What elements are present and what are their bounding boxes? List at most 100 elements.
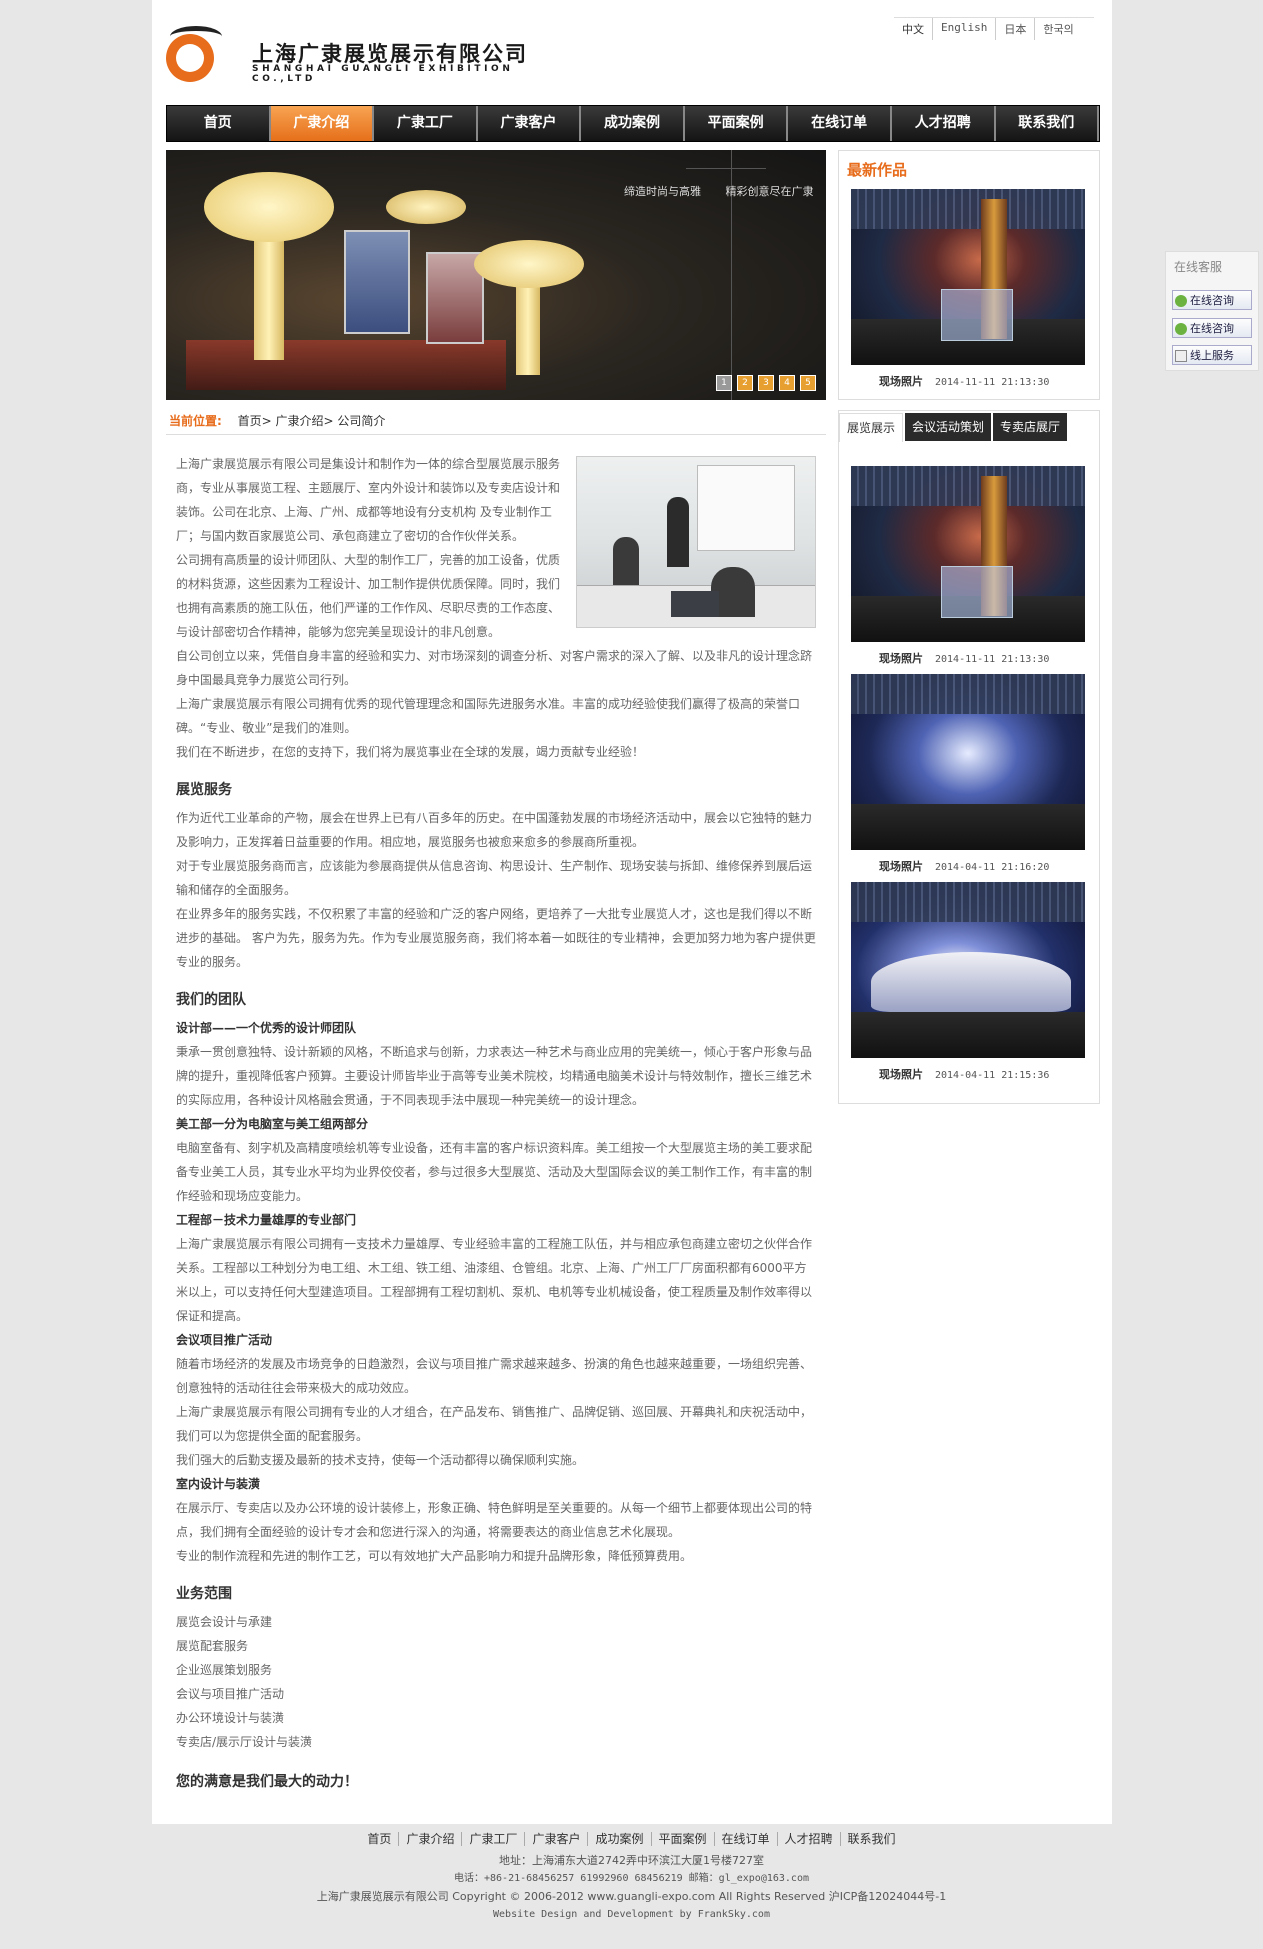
footer-link[interactable]: 成功案例 [587, 1832, 650, 1846]
projection-screen [697, 465, 795, 551]
latest-work-title: 现场照片 [879, 375, 923, 388]
scope-item: 企业巡展策划服务 [176, 1663, 273, 1677]
gallery-caption[interactable]: 现场照片 2014-04-11 21:16:20 [879, 858, 1049, 874]
team-paragraph: 秉承一贯创意独特、设计新颖的风格，不断追求与创新，力求表达一种艺术与商业应用的完… [176, 1045, 813, 1107]
nav-item-factory[interactable]: 广隶工厂 [374, 106, 478, 141]
gallery-thumbnail[interactable] [851, 466, 1085, 642]
footer-credit[interactable]: Website Design and Development by FrankS… [0, 1906, 1263, 1924]
latest-works-title: 最新作品 [847, 161, 908, 179]
article-content: 上海广隶展览展示有限公司是集设计和制作为一体的综合型展览展示服务商，专业从事展览… [176, 452, 816, 1794]
team-subheading: 设计部——一个优秀的设计师团队 [176, 1021, 357, 1035]
banner-lamp-tower-small [386, 190, 466, 224]
hero-banner[interactable]: 缔造时尚与高雅 精彩创意尽在广隶 1 2 3 4 5 [166, 150, 826, 400]
team-subheading: 会议项目推广活动 [176, 1333, 273, 1347]
footer-link[interactable]: 在线订单 [713, 1832, 777, 1846]
company-logo[interactable]: 上海广隶展览展示有限公司 SHANGHAI GUANGLI EXHIBITION… [166, 26, 566, 84]
page-container: 上海广隶展览展示有限公司 SHANGHAI GUANGLI EXHIBITION… [152, 0, 1112, 1824]
intro-paragraph: 自公司创立以来，凭借自身丰富的经验和实力、对市场深刻的调查分析、对客户需求的深入… [176, 649, 813, 687]
footer-link[interactable]: 广隶工厂 [461, 1832, 524, 1846]
footer-link[interactable]: 广隶客户 [524, 1832, 587, 1846]
services-paragraph: 在业界多年的服务实践，不仅积累了丰富的经验和广泛的客户网络，更培养了一大批专业展… [176, 907, 816, 969]
company-name-en: SHANGHAI GUANGLI EXHIBITION CO.,LTD [252, 64, 514, 84]
online-consult-button[interactable]: 在线咨询 [1172, 290, 1252, 310]
online-service-label: 线上服务 [1190, 349, 1234, 362]
nav-item-graphic-cases[interactable]: 平面案例 [684, 106, 789, 141]
lang-english[interactable]: English [932, 18, 995, 40]
banner-slogan-2: 精彩创意尽在广隶 [725, 185, 814, 198]
team-paragraph: 专业的制作流程和先进的制作工艺，可以有效地扩大产品影响力和提升品牌形象，降低预算… [176, 1549, 693, 1563]
meeting-photo [576, 456, 816, 628]
service-window-icon [1175, 350, 1187, 362]
banner-model-photo [344, 230, 410, 334]
breadcrumb-label: 当前位置: [169, 414, 222, 428]
closing-slogan: 您的满意是我们最大的动力！ [176, 1774, 358, 1790]
latest-work-caption[interactable]: 现场照片 2014-11-11 21:13:30 [879, 373, 1049, 389]
services-paragraph: 对于专业展览服务商而言，应该能为参展商提供从信息咨询、构思设计、生产制作、现场安… [176, 859, 813, 897]
nav-item-contact[interactable]: 联系我们 [995, 106, 1100, 141]
banner-page-3[interactable]: 3 [758, 375, 774, 391]
lang-japanese[interactable]: 日本 [995, 18, 1034, 40]
gallery-item-title: 现场照片 [879, 1068, 923, 1081]
online-consult-label: 在线咨询 [1190, 294, 1234, 307]
banner-page-5[interactable]: 5 [800, 375, 816, 391]
banner-page-1[interactable]: 1 [716, 375, 732, 391]
online-service-button[interactable]: 线上服务 [1172, 345, 1252, 365]
footer-link[interactable]: 首页 [360, 1832, 398, 1846]
services-paragraph: 作为近代工业革命的产物，展会在世界上已有八百多年的历史。在中国蓬勃发展的市场经济… [176, 811, 813, 849]
team-subheading: 室内设计与装潢 [176, 1477, 261, 1491]
footer-nav: 首页 广隶介绍 广隶工厂 广隶客户 成功案例 平面案例 在线订单 人才招聘 联系… [0, 1832, 1263, 1846]
breadcrumb-path[interactable]: 首页> 广隶介绍> 公司简介 [238, 414, 386, 428]
tab-event-planning[interactable]: 会议活动策划 [905, 413, 992, 441]
logo-mark-icon [166, 26, 222, 82]
nav-item-home[interactable]: 首页 [167, 106, 271, 141]
latest-work-thumbnail[interactable] [851, 189, 1085, 365]
hall-roof [851, 189, 1085, 229]
banner-divider-h [686, 168, 766, 169]
laptop-icon [671, 591, 719, 617]
footer-address: 地址：上海浦东大道2742弄中环滨江大厦1号楼727室 [499, 1854, 764, 1867]
footer-link[interactable]: 平面案例 [650, 1832, 714, 1846]
team-subheading: 工程部－技术力量雄厚的专业部门 [176, 1213, 357, 1227]
online-consult-button-2[interactable]: 在线咨询 [1172, 318, 1252, 338]
site-footer: 首页 广隶介绍 广隶工厂 广隶客户 成功案例 平面案例 在线订单 人才招聘 联系… [0, 1832, 1263, 1924]
language-switcher: 中文 English 日本 한국의 [894, 17, 1094, 40]
footer-link[interactable]: 人才招聘 [776, 1832, 840, 1846]
footer-link[interactable]: 广隶介绍 [398, 1832, 461, 1846]
nav-item-about[interactable]: 广隶介绍 [270, 106, 375, 141]
ice-sculpture [941, 289, 1013, 341]
hall-floor [851, 804, 1085, 850]
footer-phone: 电话：+86-21-68456257 61992960 68456219 邮箱：… [453, 1873, 809, 1884]
attendee-figure [613, 537, 639, 587]
gallery-tabs: 展览展示 会议活动策划 专卖店展厅 [839, 413, 1068, 442]
gallery-caption[interactable]: 现场照片 2014-11-11 21:13:30 [879, 650, 1049, 666]
banner-page-2[interactable]: 2 [737, 375, 753, 391]
ice-sculpture [941, 566, 1013, 618]
hall-floor [851, 1012, 1085, 1058]
gallery-thumbnail[interactable] [851, 882, 1085, 1058]
latest-works-panel: 最新作品 现场照片 2014-11-11 21:13:30 [838, 150, 1100, 400]
nav-item-online-order[interactable]: 在线订单 [788, 106, 892, 141]
gallery-item-title: 现场照片 [879, 652, 923, 665]
scope-item: 会议与项目推广活动 [176, 1687, 285, 1701]
team-paragraph: 随着市场经济的发展及市场竞争的日趋激烈，会议与项目推广需求越来越多、扮演的角色也… [176, 1357, 813, 1395]
gallery-caption[interactable]: 现场照片 2014-04-11 21:15:36 [879, 1066, 1049, 1082]
scope-item: 办公环境设计与装潢 [176, 1711, 285, 1725]
nav-item-careers[interactable]: 人才招聘 [891, 106, 996, 141]
gallery-thumbnail[interactable] [851, 674, 1085, 850]
tab-exhibition[interactable]: 展览展示 [839, 413, 904, 442]
tab-showroom[interactable]: 专卖店展厅 [993, 413, 1068, 441]
banner-slogan-1: 缔造时尚与高雅 [624, 185, 701, 198]
team-paragraph: 在展示厅、专卖店以及办公环境的设计装修上，形象正确、特色鲜明是至关重要的。从每一… [176, 1501, 813, 1539]
footer-link[interactable]: 联系我们 [839, 1832, 903, 1846]
nav-item-cases[interactable]: 成功案例 [581, 106, 685, 141]
qq-icon [1175, 323, 1187, 335]
lang-chinese[interactable]: 中文 [894, 18, 932, 40]
intro-paragraph: 我们在不断进步，在您的支持下，我们将为展览事业在全球的发展，竭力贡献专业经验！ [176, 745, 645, 759]
yacht-exhibit [871, 952, 1071, 1012]
team-heading: 我们的团队 [176, 992, 246, 1008]
banner-page-4[interactable]: 4 [779, 375, 795, 391]
nav-item-clients[interactable]: 广隶客户 [477, 106, 582, 141]
hall-roof [851, 882, 1085, 922]
qq-icon [1175, 295, 1187, 307]
lang-korean[interactable]: 한국의 [1034, 18, 1081, 40]
